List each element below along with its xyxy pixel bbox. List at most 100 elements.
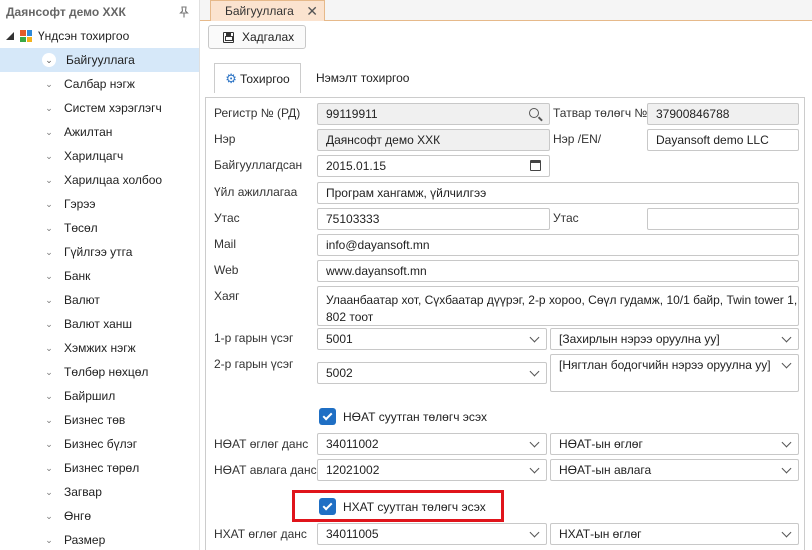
sidebar-item[interactable]: ⌄ Бизнес бүлэг: [0, 432, 199, 456]
sidebar-item[interactable]: ⌄ Валют: [0, 288, 199, 312]
chevron-down-icon[interactable]: ⌄: [44, 127, 54, 138]
sidebar-item[interactable]: ⌄ Харилцагч: [0, 144, 199, 168]
chevron-down-icon[interactable]: ⌄: [44, 535, 54, 546]
floppy-disk-icon: [223, 31, 234, 43]
chevron-down-icon[interactable]: ⌄: [44, 151, 54, 162]
address-input[interactable]: Улаанбаатар хот, Сүхбаатар дүүрэг, 2-р х…: [317, 286, 799, 326]
chevron-down-icon[interactable]: ⌄: [44, 367, 54, 378]
document-tab-organization[interactable]: Байгууллага ✕: [210, 0, 325, 21]
sidebar-item-label: Банк: [64, 269, 91, 283]
cit-checkbox[interactable]: [319, 498, 336, 515]
sidebar-item[interactable]: ⌄ Харилцаа холбоо: [0, 168, 199, 192]
chevron-down-icon[interactable]: ⌄: [44, 487, 54, 498]
search-icon[interactable]: [529, 108, 539, 118]
signature1-name: [Захирлын нэрээ оруулна уу]: [559, 332, 720, 346]
cit-payable-name-select[interactable]: НХАТ-ын өглөг: [550, 523, 799, 545]
vat-checkbox[interactable]: [319, 408, 336, 425]
calendar-icon[interactable]: [530, 160, 541, 171]
chevron-down-icon[interactable]: [781, 332, 792, 343]
tab-extra-settings[interactable]: Нэмэлт тохиргоо: [316, 63, 409, 93]
tab-settings[interactable]: ⚙ Тохиргоо: [214, 63, 301, 93]
name-input[interactable]: Даянсофт демо ХХК: [317, 129, 550, 151]
chevron-down-icon[interactable]: [781, 463, 792, 474]
tab-extra-settings-label: Нэмэлт тохиргоо: [316, 71, 410, 85]
chevron-down-icon[interactable]: [529, 527, 540, 538]
sidebar-item[interactable]: ⌄ Салбар нэгж: [0, 72, 199, 96]
signature2-name-select[interactable]: [Нягтлан бодогчийн нэрээ оруулна уу]: [550, 354, 799, 392]
sidebar-item[interactable]: ⌄ Ажилтан: [0, 120, 199, 144]
chevron-down-icon[interactable]: [781, 437, 792, 448]
chevron-down-icon[interactable]: [529, 463, 540, 474]
chevron-down-icon[interactable]: ⌄: [44, 175, 54, 186]
chevron-down-icon[interactable]: ⌄: [44, 247, 54, 258]
sidebar-item[interactable]: ⌄ Систем хэрэглэгч: [0, 96, 199, 120]
signature1-name-select[interactable]: [Захирлын нэрээ оруулна уу]: [550, 328, 799, 350]
chevron-down-icon[interactable]: ⌄: [44, 79, 54, 90]
vat-payable-name-select[interactable]: НӨАТ-ын өглөг: [550, 433, 799, 455]
chevron-down-icon[interactable]: ⌄: [42, 53, 56, 67]
chevron-down-icon[interactable]: [781, 527, 792, 538]
phone-input[interactable]: 75103333: [317, 208, 550, 230]
sidebar-item[interactable]: ⌄ Хэмжих нэгж: [0, 336, 199, 360]
tab-settings-label: Тохиргоо: [239, 71, 290, 86]
sidebar-item[interactable]: ⌄ Размер: [0, 528, 199, 550]
chevron-down-icon[interactable]: [529, 332, 540, 343]
vat-payable-code-select[interactable]: 34011002: [317, 433, 547, 455]
chevron-down-icon[interactable]: [529, 366, 540, 377]
mail-input[interactable]: info@dayansoft.mn: [317, 234, 799, 256]
close-icon[interactable]: ✕: [306, 3, 318, 20]
sidebar-item[interactable]: ⌄ Загвар: [0, 480, 199, 504]
settings-grid-icon: [20, 30, 32, 42]
sidebar-item[interactable]: ⌄ Банк: [0, 264, 199, 288]
chevron-down-icon[interactable]: ⌄: [44, 223, 54, 234]
chevron-down-icon[interactable]: ⌄: [44, 319, 54, 330]
chevron-down-icon[interactable]: ⌄: [44, 199, 54, 210]
founded-date-input[interactable]: 2015.01.15: [317, 155, 550, 177]
signature2-code-select[interactable]: 5002: [317, 362, 547, 384]
phone2-input[interactable]: [647, 208, 799, 230]
sidebar-item[interactable]: ⌄ Гүйлгээ утга: [0, 240, 199, 264]
sidebar-item[interactable]: ⌄ Байршил: [0, 384, 199, 408]
chevron-down-icon[interactable]: ⌄: [44, 103, 54, 114]
signature1-code-select[interactable]: 5001: [317, 328, 547, 350]
sidebar-title: Даянсофт демо ХХК: [6, 5, 126, 19]
vat-receivable-name-select[interactable]: НӨАТ-ын авлага: [550, 459, 799, 481]
sidebar-item-label: Төсөл: [64, 221, 98, 235]
chevron-down-icon[interactable]: ⌄: [44, 439, 54, 450]
cit-payable-code-select[interactable]: 34011005: [317, 523, 547, 545]
web-input[interactable]: www.dayansoft.mn: [317, 260, 799, 282]
chevron-down-icon[interactable]: [529, 437, 540, 448]
sidebar-item[interactable]: ⌄ Байгууллага: [0, 48, 199, 72]
chevron-down-icon[interactable]: ⌄: [44, 295, 54, 306]
address-value: Улаанбаатар хот, Сүхбаатар дүүрэг, 2-р х…: [326, 293, 798, 324]
chevron-down-icon[interactable]: ⌄: [44, 343, 54, 354]
vat-checkbox-row[interactable]: НӨАТ суутган төлөгч эсэх: [319, 408, 487, 425]
register-input[interactable]: 99119911: [317, 103, 550, 125]
sidebar-item[interactable]: ⌄ Төсөл: [0, 216, 199, 240]
taxpayer-input[interactable]: 37900846788: [647, 103, 799, 125]
name-en-input[interactable]: Dayansoft demo LLC: [647, 129, 799, 151]
sidebar-item[interactable]: ⌄ Бизнес төв: [0, 408, 199, 432]
sidebar-item-label: Харилцаа холбоо: [64, 173, 163, 187]
chevron-down-icon[interactable]: ⌄: [44, 415, 54, 426]
chevron-down-icon[interactable]: ⌄: [44, 463, 54, 474]
name-en-label: Нэр /EN/: [553, 132, 602, 146]
sidebar-item-label: Размер: [64, 533, 106, 547]
sidebar-item[interactable]: ⌄ Бизнес төрөл: [0, 456, 199, 480]
collapse-triangle-icon[interactable]: [6, 32, 14, 40]
save-button[interactable]: Хадгалах: [208, 25, 306, 49]
chevron-down-icon[interactable]: ⌄: [44, 391, 54, 402]
sidebar-item[interactable]: ⌄ Гэрээ: [0, 192, 199, 216]
activity-input[interactable]: Програм хангамж, үйлчилгээ: [317, 182, 799, 204]
sidebar-item[interactable]: ⌄ Өнгө: [0, 504, 199, 528]
chevron-down-icon[interactable]: ⌄: [44, 271, 54, 282]
chevron-down-icon[interactable]: ⌄: [44, 511, 54, 522]
pin-icon[interactable]: [177, 5, 191, 19]
sidebar-item[interactable]: ⌄ Валют ханш: [0, 312, 199, 336]
cit-checkbox-row[interactable]: НХАТ суутган төлөгч эсэх: [319, 498, 486, 515]
signature2-label: 2-р гарын үсэг: [214, 357, 294, 371]
vat-receivable-code-select[interactable]: 12021002: [317, 459, 547, 481]
sidebar-root-node[interactable]: Үндсэн тохиргоо: [0, 24, 199, 48]
cit-payable-name: НХАТ-ын өглөг: [559, 527, 642, 541]
sidebar-item[interactable]: ⌄ Төлбөр нөхцөл: [0, 360, 199, 384]
